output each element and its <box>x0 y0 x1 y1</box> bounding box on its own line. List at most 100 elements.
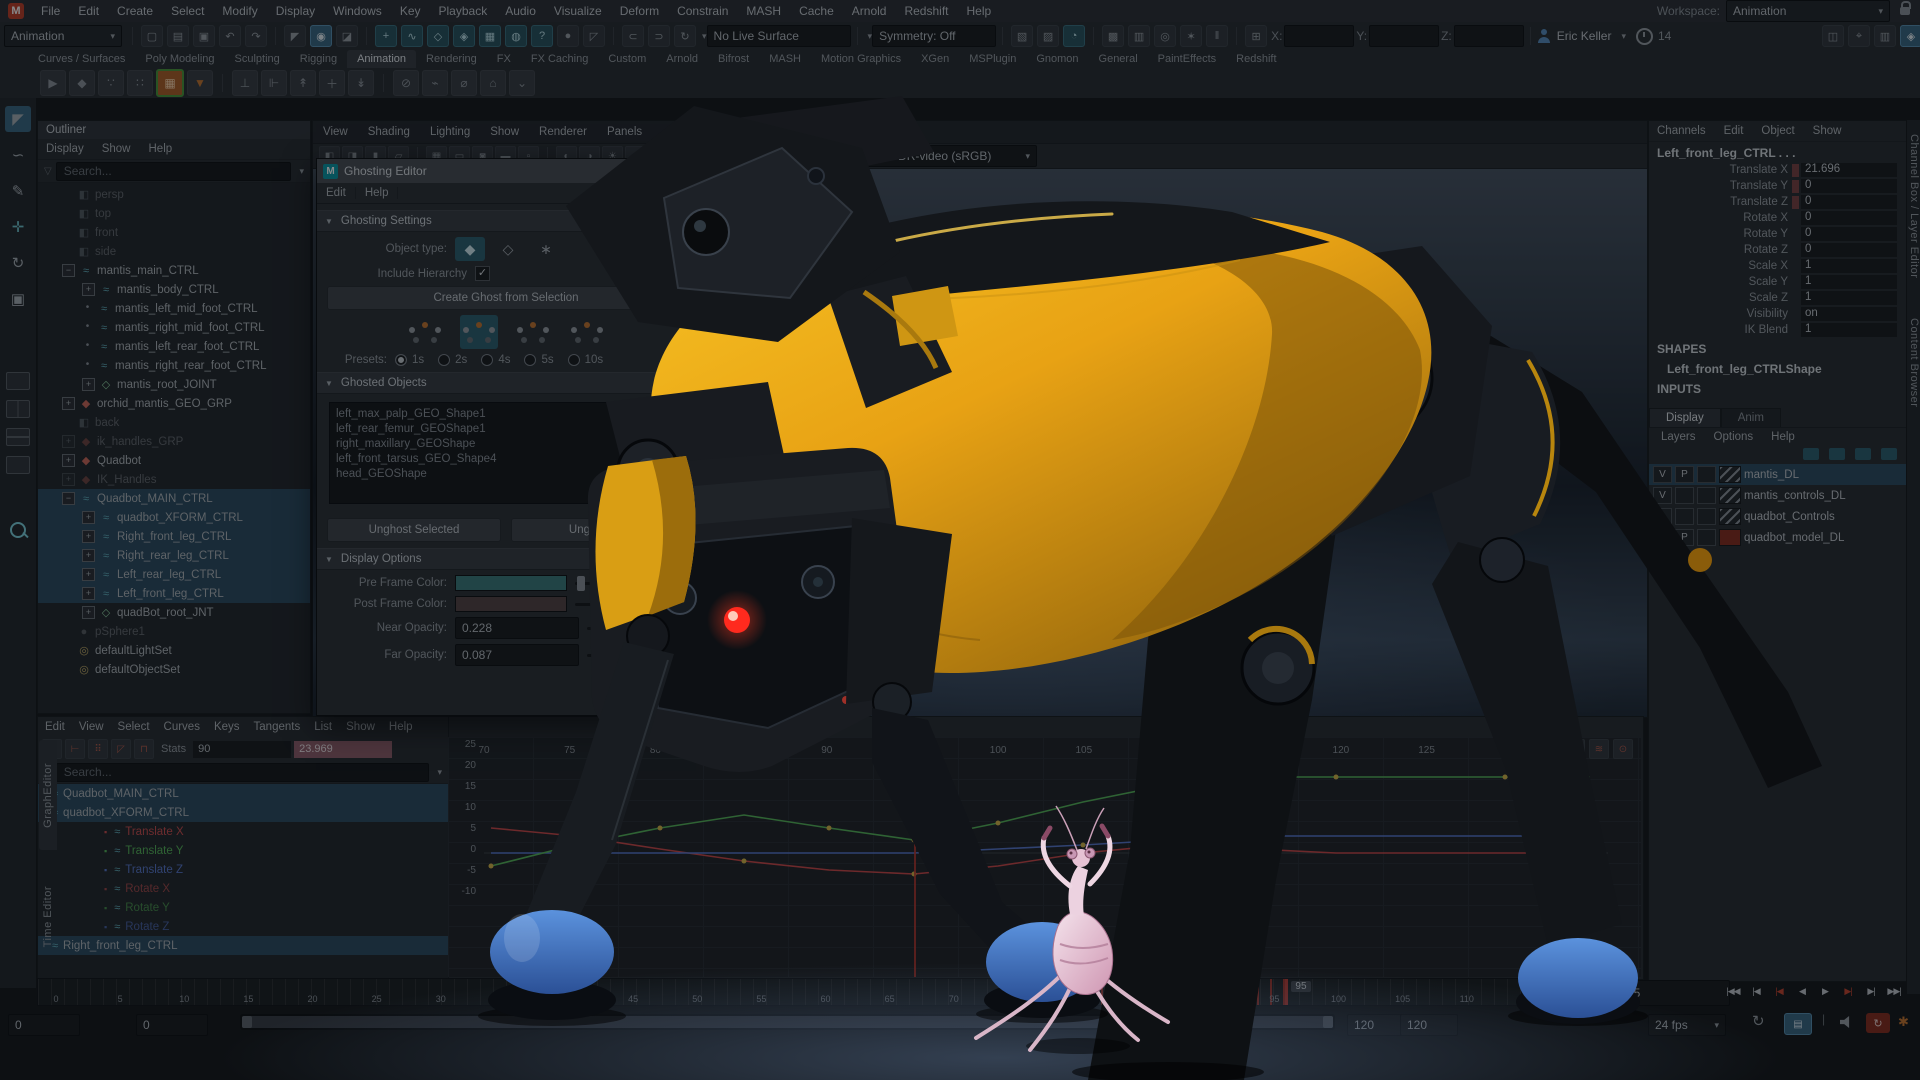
attribute-value-field[interactable]: 0 <box>1801 211 1897 225</box>
shelf-tab[interactable]: Rigging <box>290 50 347 68</box>
layout-single-pane-button[interactable] <box>6 372 30 390</box>
channel-box-menu-item[interactable]: Edit <box>1716 125 1752 137</box>
ghost-preset-icon-2[interactable] <box>460 315 498 349</box>
ghosted-object-item[interactable]: head_GEOShape <box>336 467 676 482</box>
layer-menu-item[interactable]: Help <box>1763 431 1803 443</box>
viewport-menu-item[interactable]: Lighting <box>420 126 480 138</box>
scale-tool-icon[interactable]: ▣ <box>5 286 31 312</box>
graph-editor-tree-item[interactable]: ≈ Rotate Y <box>38 898 448 917</box>
shelf-parent-icon[interactable]: ⌁ <box>422 70 448 96</box>
workspace-dropdown[interactable]: Animation ▾ <box>1726 0 1890 22</box>
graph-editor-tree-item[interactable]: ≈ Translate Y <box>38 841 448 860</box>
menu-item[interactable]: Select <box>162 4 213 18</box>
animation-start-field[interactable]: 0 <box>8 1014 80 1036</box>
menu-item[interactable]: Audio <box>496 4 545 18</box>
layer-color-swatch[interactable] <box>1719 529 1741 546</box>
graph-editor-menu-item[interactable]: View <box>72 721 111 733</box>
ghosted-object-item[interactable]: left_max_palp_GEO_Shape1 <box>336 407 676 422</box>
symmetry-field[interactable]: Symmetry: Off <box>872 25 996 47</box>
graph-editor-tree-item[interactable]: ≈ Translate Z <box>38 860 448 879</box>
file-new-icon[interactable]: ▢ <box>141 25 163 47</box>
animation-end-field[interactable]: 120 <box>1400 1014 1458 1036</box>
shelf-tab[interactable]: General <box>1089 50 1148 68</box>
fps-dropdown[interactable]: 24 fps ▾ <box>1648 1014 1726 1036</box>
outliner-item[interactable]: − ≈ Quadbot_MAIN_CTRL <box>38 489 310 508</box>
maximize-button[interactable]: □ <box>643 165 663 177</box>
menu-item[interactable]: Playback <box>430 4 497 18</box>
curve-filter-icon[interactable]: ≋ <box>1589 739 1609 759</box>
paint-select-tool-icon[interactable]: ✎ <box>5 178 31 204</box>
pre-frame-color-slider[interactable] <box>575 582 685 585</box>
layer-menu-item[interactable]: Layers <box>1653 431 1704 443</box>
outliner-item[interactable]: + ◆ IK_Handles <box>38 470 310 489</box>
menu-item[interactable]: Redshift <box>895 4 957 18</box>
shelf-tab[interactable]: FX Caching <box>521 50 598 68</box>
shelf-tab[interactable]: Motion Graphics <box>811 50 911 68</box>
include-hierarchy-checkbox[interactable]: ✓ <box>475 266 490 281</box>
outliner-menu-item[interactable]: Show <box>94 143 139 155</box>
lattice-deform-keys-icon[interactable]: ⠿ <box>88 739 108 759</box>
layer-playback-toggle[interactable]: P <box>1675 466 1694 483</box>
shelf-graph-icon[interactable]: ⊥ <box>232 70 258 96</box>
frame-playback-range-icon[interactable]: ⊓ <box>134 739 154 759</box>
attribute-value-field[interactable]: 0 <box>1801 179 1897 193</box>
viewport-menu-item[interactable]: Shading <box>358 126 420 138</box>
shelf-tab[interactable]: MSPlugin <box>959 50 1026 68</box>
object-type-joint-icon[interactable]: ◇ <box>493 237 523 261</box>
snap-curve-icon[interactable]: ∿ <box>401 25 423 47</box>
outliner-item[interactable]: ◎ defaultObjectSet <box>38 660 310 679</box>
live-surface-field[interactable]: No Live Surface <box>707 25 851 47</box>
attribute-value-field[interactable]: 1 <box>1801 291 1897 305</box>
input-connections-icon[interactable]: ⊂ <box>622 25 644 47</box>
construction-history-icon[interactable]: ↻ <box>674 25 696 47</box>
outliner-item[interactable]: + ◆ Quadbot <box>38 451 310 470</box>
radio-icon[interactable] <box>524 354 536 366</box>
post-frame-color-slider[interactable] <box>575 603 685 606</box>
outliner-item[interactable]: • ≈ mantis_left_mid_foot_CTRL <box>38 299 310 318</box>
channel-attribute-row[interactable]: Scale X 1 <box>1649 258 1907 274</box>
lock-icon[interactable] <box>1900 7 1910 15</box>
attribute-value-field[interactable]: 21.696 <box>1801 163 1897 177</box>
graph-editor-menu-item[interactable]: List <box>307 721 339 733</box>
outliner-item[interactable]: ◧ back <box>38 413 310 432</box>
expand-toggle-icon[interactable]: • <box>82 303 93 314</box>
layout-split-pane-button[interactable] <box>6 428 30 446</box>
minimize-button[interactable]: – <box>617 165 637 177</box>
display-layer-row[interactable]: V P mantis_DL <box>1649 464 1907 485</box>
graph-editor-tree-item[interactable]: ≈ quadbot_XFORM_CTRL <box>38 803 448 822</box>
channel-attribute-row[interactable]: Translate Y 0 <box>1649 178 1907 194</box>
viewport-colorspace-dropdown[interactable]: ACES 1.0 SDR-video (sRGB) ▾ <box>827 145 1037 167</box>
layer-playback-toggle[interactable]: P <box>1675 529 1694 546</box>
unghost-all-button[interactable]: Unghost All <box>511 518 685 542</box>
viewport-exposure-field[interactable]: 1.00 <box>763 145 819 167</box>
shelf-tab[interactable]: Gnomon <box>1026 50 1088 68</box>
timer-clock-icon[interactable] <box>1636 28 1653 45</box>
snap-projected-center-icon[interactable]: ◈ <box>453 25 475 47</box>
expand-toggle-icon[interactable]: + <box>82 283 95 296</box>
radio-icon[interactable] <box>481 354 493 366</box>
shelf-constraint-icon[interactable]: ⊘ <box>393 70 419 96</box>
layer-visibility-toggle[interactable]: V <box>1653 466 1672 483</box>
output-connections-icon[interactable]: ⊃ <box>648 25 670 47</box>
channel-attribute-row[interactable]: Translate X 21.696 <box>1649 162 1907 178</box>
range-slider[interactable] <box>240 1014 1335 1030</box>
object-type-mesh-icon[interactable]: ◆ <box>455 237 485 261</box>
menu-item[interactable]: Modify <box>213 4 266 18</box>
shelf-tab[interactable]: FX <box>487 50 521 68</box>
pre-frame-color-swatch[interactable] <box>455 575 567 591</box>
menu-item[interactable]: Display <box>267 4 324 18</box>
expand-toggle-icon[interactable]: + <box>62 397 75 410</box>
chevron-down-icon[interactable]: ▾ <box>1621 31 1626 42</box>
transport-button[interactable]: |◀◀ <box>1722 981 1744 1001</box>
attribute-value-field[interactable]: 0 <box>1801 243 1897 257</box>
graph-editor-menu-item[interactable]: Tangents <box>247 721 308 733</box>
menu-item[interactable]: Windows <box>324 4 391 18</box>
shelf-orient-icon[interactable]: ⌂ <box>480 70 506 96</box>
channel-attribute-row[interactable]: IK Blend 1 <box>1649 322 1907 338</box>
outliner-item[interactable]: ◧ side <box>38 242 310 261</box>
radio-icon[interactable] <box>568 354 580 366</box>
region-select-icon[interactable]: ◸ <box>111 739 131 759</box>
graph-editor-tree-item[interactable]: ≈ Rotate Z <box>38 917 448 936</box>
channel-attribute-row[interactable]: Rotate Y 0 <box>1649 226 1907 242</box>
post-frame-color-swatch[interactable] <box>455 596 567 612</box>
